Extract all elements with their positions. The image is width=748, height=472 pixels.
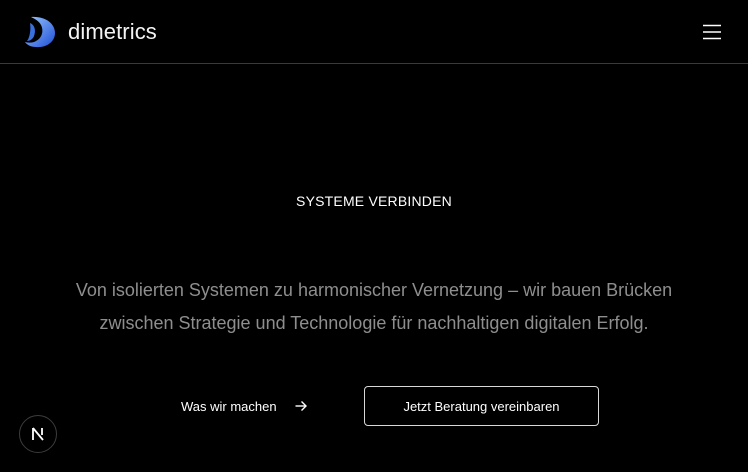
hamburger-menu-icon (703, 24, 721, 40)
hero-lead-line-2: zwischen Strategie und Technologie für n… (99, 313, 649, 333)
section-eyebrow: SYSTEME VERBINDEN (296, 193, 452, 209)
top-header: dimetrics (0, 0, 748, 64)
what-we-do-link[interactable]: Was wir machen (181, 394, 308, 418)
brand-name: dimetrics (68, 19, 157, 44)
book-consultation-button[interactable]: Jetzt Beratung vereinbaren (364, 386, 599, 426)
home-logo-link[interactable]: dimetrics (22, 14, 157, 50)
dimetrics-logo-icon (25, 16, 55, 48)
hero-lead-line-1: Von isolierten Systemen zu harmonischer … (75, 280, 673, 300)
hero-lead-text: Von isolierten Systemen zu harmonischer … (40, 274, 708, 340)
what-we-do-label: Was wir machen (181, 398, 277, 414)
page: dimetrics SYSTEME VERBINDEN Von isoliert… (0, 0, 748, 472)
floating-n-badge[interactable] (19, 415, 57, 453)
hamburger-menu-button[interactable] (700, 20, 724, 44)
n-logo-icon (32, 427, 44, 441)
arrow-right-icon (295, 401, 307, 411)
